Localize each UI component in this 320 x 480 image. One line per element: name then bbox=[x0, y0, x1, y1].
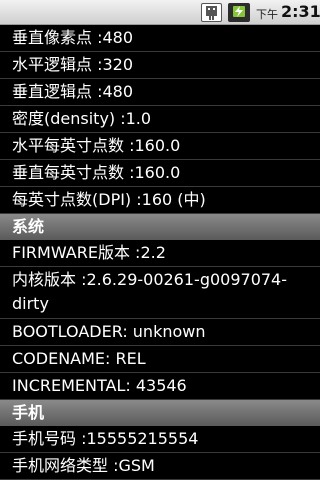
status-time: 2:31 bbox=[281, 2, 320, 21]
list-item: 垂直逻辑点 :480 bbox=[0, 79, 320, 106]
list-item: 内核版本 :2.6.29-00261-g0097074-dirty bbox=[0, 267, 320, 319]
list-item: 水平每英寸点数 :160.0 bbox=[0, 133, 320, 160]
list-item: 手机网络类型 :GSM bbox=[0, 453, 320, 480]
device-info-list[interactable]: 垂直像素点 :480 水平逻辑点 :320 垂直逻辑点 :480 密度(dens… bbox=[0, 25, 320, 480]
list-item: FIRMWARE版本 :2.2 bbox=[0, 240, 320, 267]
list-item: BOOTLOADER: unknown bbox=[0, 319, 320, 346]
usb-debug-icon bbox=[201, 3, 222, 22]
list-item: 每英寸点数(DPI) :160 (中) bbox=[0, 187, 320, 214]
list-item: 垂直像素点 :480 bbox=[0, 25, 320, 52]
status-bar: 下午 2:31 bbox=[0, 0, 320, 25]
list-item: 密度(density) :1.0 bbox=[0, 106, 320, 133]
battery-charging-icon bbox=[228, 3, 250, 22]
section-header-system: 系统 bbox=[0, 214, 320, 240]
list-item: CODENAME: REL bbox=[0, 346, 320, 373]
section-header-phone: 手机 bbox=[0, 400, 320, 426]
list-item: INCREMENTAL: 43546 bbox=[0, 373, 320, 400]
list-item: 水平逻辑点 :320 bbox=[0, 52, 320, 79]
list-item: 垂直每英寸点数 :160.0 bbox=[0, 160, 320, 187]
list-item: 手机号码 :15555215554 bbox=[0, 426, 320, 453]
status-am-pm: 下午 bbox=[256, 8, 278, 21]
